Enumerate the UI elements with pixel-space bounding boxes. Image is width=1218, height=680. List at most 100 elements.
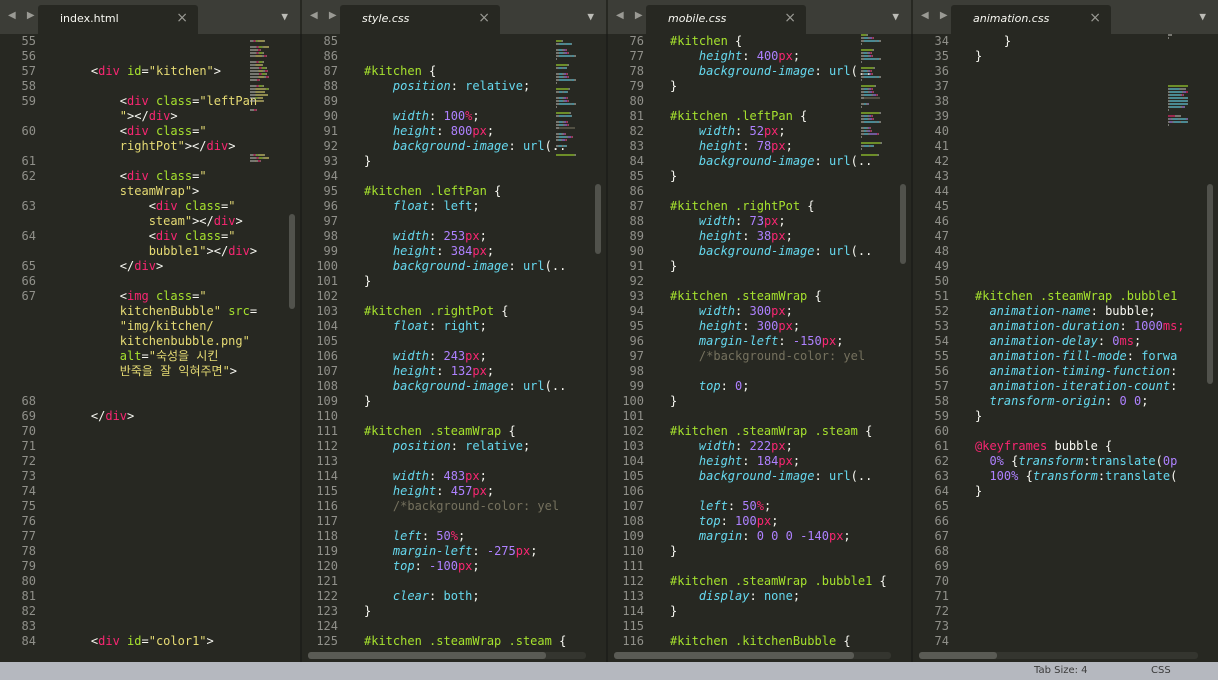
code-line[interactable]: alt="숙성을 시킨 xyxy=(0,349,282,364)
code-line[interactable]: 96 margin-left: -150px; xyxy=(608,334,893,349)
code-line[interactable]: 62 <div class=" xyxy=(0,169,282,184)
code-line[interactable]: 61 xyxy=(0,154,282,169)
code-line[interactable]: 101 xyxy=(608,409,893,424)
code-line[interactable]: 113 xyxy=(302,454,588,469)
code-line[interactable]: 80 xyxy=(608,94,893,109)
code-line[interactable]: 71 xyxy=(913,589,1200,604)
code-line[interactable]: 112 #kitchen .steamWrap .bubble1 { xyxy=(608,574,893,589)
close-icon[interactable]: × xyxy=(784,10,796,26)
code-line[interactable]: 93} xyxy=(302,154,588,169)
code-line[interactable]: 50 xyxy=(913,274,1200,289)
code-line[interactable]: 76 #kitchen { xyxy=(608,34,893,49)
code-line[interactable]: 85} xyxy=(608,169,893,184)
tab-dropdown-icon[interactable]: ▼ xyxy=(892,10,899,23)
code-line[interactable]: 78 xyxy=(0,544,282,559)
vertical-scrollbar[interactable] xyxy=(899,34,907,646)
code-line[interactable]: 34 } xyxy=(913,34,1200,49)
code-line[interactable]: 89 height: 38px; xyxy=(608,229,893,244)
vertical-scrollbar[interactable] xyxy=(288,34,296,646)
code-line[interactable]: 105 xyxy=(302,334,588,349)
code-area[interactable]: 76 #kitchen {77 height: 400px; 78 backgrou… xyxy=(608,34,893,648)
scroll-thumb[interactable] xyxy=(614,652,854,659)
code-line[interactable]: 105 background-image: url(.. xyxy=(608,469,893,484)
close-icon[interactable]: × xyxy=(478,10,490,26)
code-area[interactable]: 85 86 87 #kitchen {88 position: relative; 89… xyxy=(302,34,588,648)
scroll-thumb[interactable] xyxy=(919,652,997,659)
code-line[interactable]: 72 xyxy=(0,454,282,469)
code-line[interactable]: 98 xyxy=(608,364,893,379)
code-line[interactable]: 81 xyxy=(0,589,282,604)
code-line[interactable]: 77 xyxy=(0,529,282,544)
code-line[interactable]: 109} xyxy=(302,394,588,409)
code-line[interactable]: 45 xyxy=(913,199,1200,214)
code-area[interactable]: 55 56 57 <div id="kitchen"> 58 59 <div class… xyxy=(0,34,282,648)
syntax-indicator[interactable]: CSS xyxy=(1151,662,1171,680)
code-line[interactable]: 119 margin-left: -275px; xyxy=(302,544,588,559)
code-line[interactable]: 51 #kitchen .steamWrap .bubble1 xyxy=(913,289,1200,304)
code-line[interactable]: 102 xyxy=(302,289,588,304)
scroll-thumb[interactable] xyxy=(289,214,295,309)
code-line[interactable]: 82 width: 52px; xyxy=(608,124,893,139)
code-line[interactable]: 84 <div id="color1"> xyxy=(0,634,282,648)
code-line[interactable]: 103 #kitchen .rightPot { xyxy=(302,304,588,319)
tab-nav-arrows[interactable]: ◀ ▶ xyxy=(8,10,39,21)
code-line[interactable]: 91} xyxy=(608,259,893,274)
code-line[interactable]: 112 position: relative; xyxy=(302,439,588,454)
code-line[interactable]: 108 background-image: url(.. xyxy=(302,379,588,394)
tab-nav-arrows[interactable]: ◀ ▶ xyxy=(616,10,647,21)
scroll-thumb[interactable] xyxy=(900,184,906,264)
code-line[interactable]: 79 xyxy=(0,559,282,574)
code-line[interactable]: 107 left: 50%; xyxy=(608,499,893,514)
code-line[interactable]: kitchenBubble" src= xyxy=(0,304,282,319)
tab-nav-arrows[interactable]: ◀ ▶ xyxy=(921,10,952,21)
code-line[interactable]: 94 width: 300px; xyxy=(608,304,893,319)
tab-size-indicator[interactable]: Tab Size: 4 xyxy=(1034,662,1088,680)
close-icon[interactable]: × xyxy=(1089,10,1101,26)
code-line[interactable]: 74 xyxy=(913,634,1200,648)
tab-dropdown-icon[interactable]: ▼ xyxy=(1199,10,1206,23)
code-line[interactable]: 42 xyxy=(913,154,1200,169)
code-line[interactable]: 108 top: 100px; xyxy=(608,514,893,529)
code-line[interactable]: 47 xyxy=(913,229,1200,244)
code-line[interactable]: 125 #kitchen .steamWrap .steam { xyxy=(302,634,588,648)
code-line[interactable]: 95 #kitchen .leftPan { xyxy=(302,184,588,199)
code-line[interactable]: 38 xyxy=(913,94,1200,109)
code-line[interactable]: 87 #kitchen .rightPot { xyxy=(608,199,893,214)
code-area[interactable]: 34 } 35} 36 37 38 39 40 41 42 43 44 45 46 47 48 49 50 51 #… xyxy=(913,34,1200,648)
scroll-thumb[interactable] xyxy=(1207,184,1213,384)
code-line[interactable]: 67 <img class=" xyxy=(0,289,282,304)
code-line[interactable]: 80 xyxy=(0,574,282,589)
code-line[interactable]: 57 <div id="kitchen"> xyxy=(0,64,282,79)
code-line[interactable]: 43 xyxy=(913,169,1200,184)
code-line[interactable]: 83 xyxy=(0,619,282,634)
code-line[interactable]: 116 #kitchen .kitchenBubble { xyxy=(608,634,893,648)
code-line[interactable]: 71 xyxy=(0,439,282,454)
minimap[interactable] xyxy=(556,34,592,646)
scroll-thumb[interactable] xyxy=(308,652,546,659)
code-line[interactable]: 110 xyxy=(302,409,588,424)
minimap[interactable] xyxy=(861,34,897,646)
code-line[interactable]: 97 /*background-color: yel xyxy=(608,349,893,364)
code-line[interactable]: 64 <div class=" xyxy=(0,229,282,244)
minimap[interactable] xyxy=(250,34,286,646)
code-line[interactable]: 40 xyxy=(913,124,1200,139)
code-line[interactable]: 104 height: 184px; xyxy=(608,454,893,469)
code-line[interactable]: 62 0% {transform:translate(0p xyxy=(913,454,1200,469)
code-line[interactable]: 55 animation-fill-mode: forwa xyxy=(913,349,1200,364)
code-line[interactable]: 86 xyxy=(302,49,588,64)
tab-style-css[interactable]: style.css × xyxy=(340,5,500,34)
code-line[interactable]: 74 xyxy=(0,484,282,499)
code-line[interactable]: bubble1"></div> xyxy=(0,244,282,259)
code-line[interactable]: 123} xyxy=(302,604,588,619)
code-line[interactable]: "img/kitchen/ xyxy=(0,319,282,334)
code-line[interactable]: 68 xyxy=(0,394,282,409)
code-line[interactable]: 100} xyxy=(608,394,893,409)
code-line[interactable]: 35} xyxy=(913,49,1200,64)
code-line[interactable]: 84 background-image: url(.. xyxy=(608,154,893,169)
code-line[interactable]: 77 height: 400px; xyxy=(608,49,893,64)
code-line[interactable]: 97 xyxy=(302,214,588,229)
code-line[interactable]: 58 xyxy=(0,79,282,94)
code-line[interactable]: 111 #kitchen .steamWrap { xyxy=(302,424,588,439)
code-line[interactable]: 57 animation-iteration-count: xyxy=(913,379,1200,394)
code-line[interactable]: 49 xyxy=(913,259,1200,274)
